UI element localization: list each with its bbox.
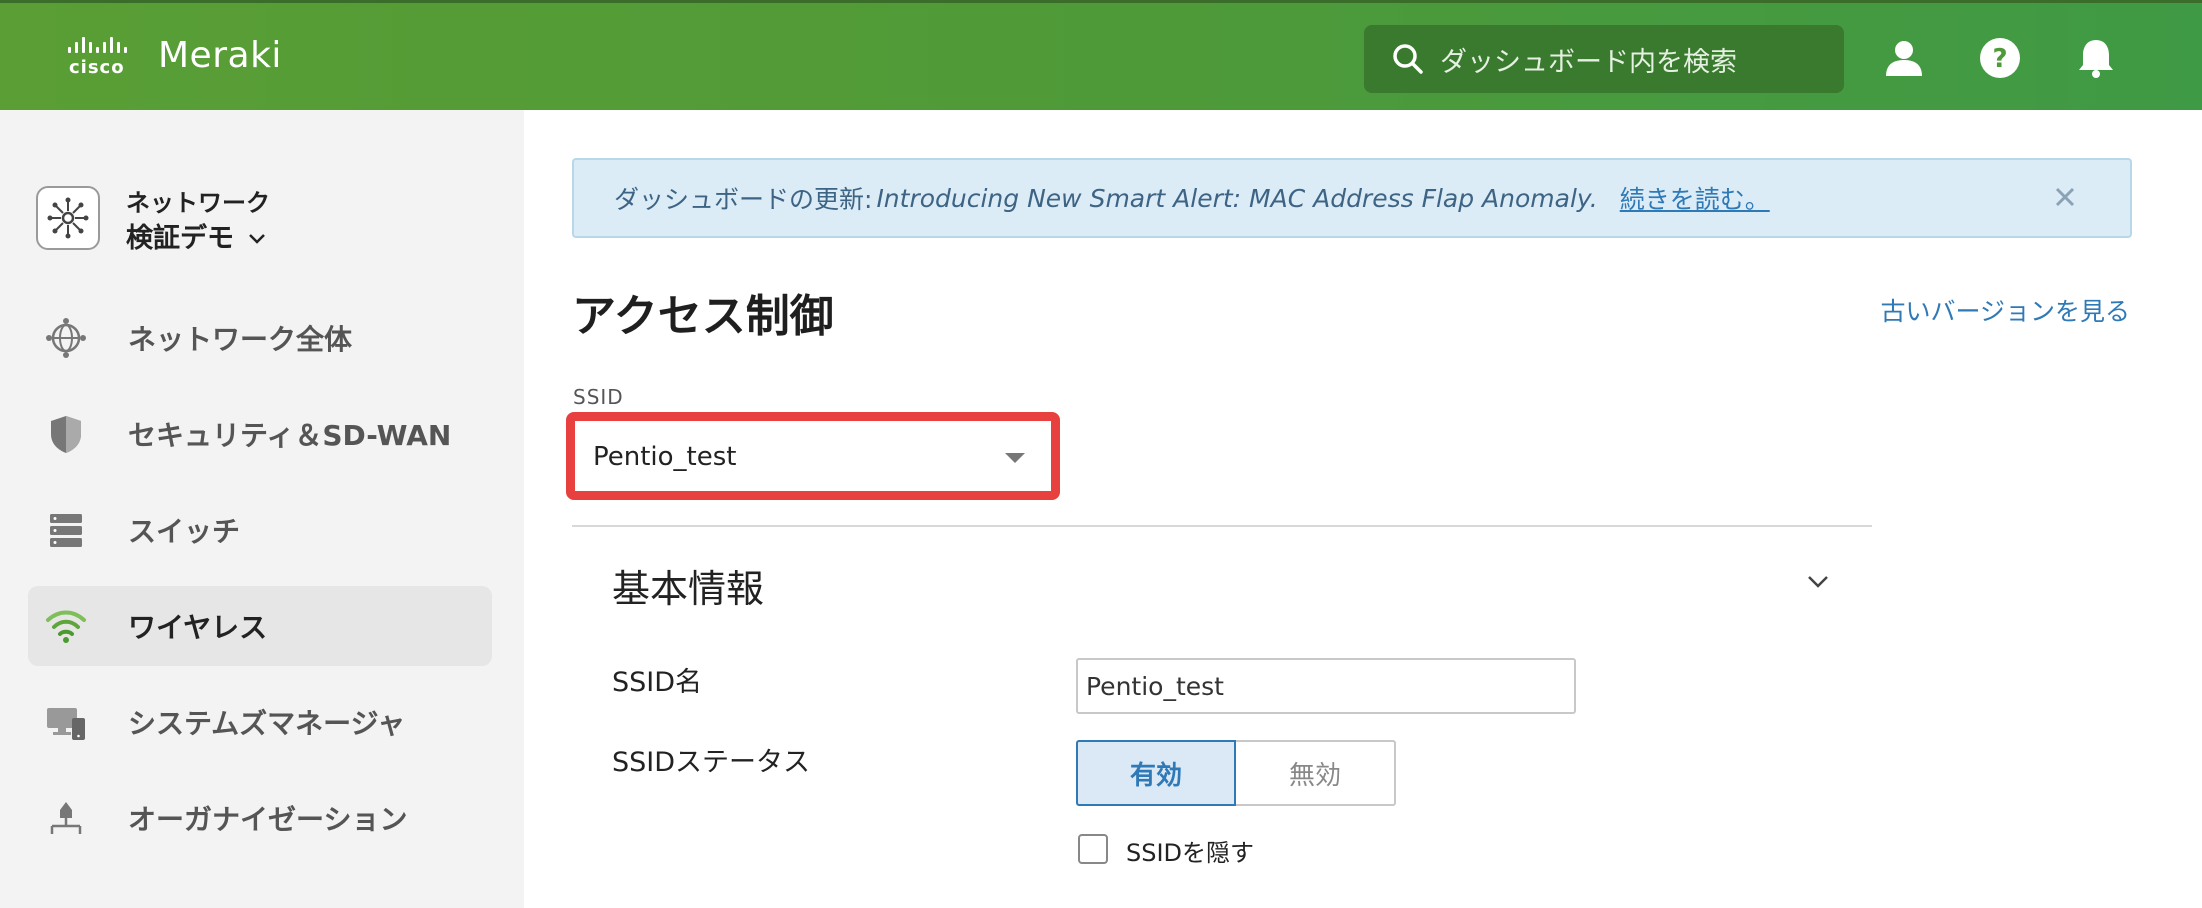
- network-name-text: 検証デモ: [126, 223, 234, 254]
- sidebar-item-label: スイッチ: [128, 515, 241, 548]
- network-hub-icon: [36, 186, 100, 250]
- old-version-link[interactable]: 古いバージョンを見る: [1880, 292, 2130, 328]
- sidebar: ネットワーク 検証デモ ネットワーク全体 セキュリティ＆SD-WAN スイッチ …: [0, 110, 524, 908]
- ssid-selector-highlight: Pentio_test: [566, 412, 1060, 500]
- ssid-dropdown-value: Pentio_test: [593, 442, 737, 472]
- cisco-logo-icon: cisco: [66, 33, 140, 78]
- help-icon[interactable]: ?: [1978, 36, 2022, 80]
- caret-down-icon: [1005, 453, 1025, 463]
- sidebar-item-label: オーガナイゼーション: [128, 803, 408, 836]
- basic-info-section-title[interactable]: 基本情報: [612, 558, 764, 613]
- close-icon[interactable]: [2050, 182, 2080, 212]
- section-divider: [572, 525, 1872, 527]
- user-icon[interactable]: [1882, 36, 1926, 80]
- shield-icon: [42, 410, 90, 458]
- network-label: ネットワーク: [126, 189, 270, 217]
- bell-icon[interactable]: [2074, 36, 2118, 80]
- sidebar-item-network-wide[interactable]: ネットワーク全体: [28, 298, 492, 378]
- network-name[interactable]: 検証デモ: [126, 220, 270, 258]
- devices-icon: [42, 698, 90, 746]
- search-placeholder: ダッシュボード内を検索: [1440, 46, 1737, 78]
- meraki-wordmark: Meraki: [158, 34, 282, 76]
- sidebar-item-security-sdwan[interactable]: セキュリティ＆SD-WAN: [28, 394, 492, 474]
- globe-icon: [42, 314, 90, 362]
- ssid-status-label: SSIDステータス: [612, 747, 811, 778]
- ssid-status-disabled-button[interactable]: 無効: [1236, 740, 1396, 806]
- ssid-name-input[interactable]: Pentio_test: [1076, 658, 1576, 714]
- network-selector[interactable]: ネットワーク 検証デモ: [36, 186, 270, 258]
- banner-read-more-link[interactable]: 続きを読む。: [1620, 180, 1770, 216]
- ssid-status-enabled-button[interactable]: 有効: [1076, 740, 1236, 806]
- sidebar-item-label: ネットワーク全体: [128, 323, 353, 356]
- ssid-name-label: SSID名: [612, 667, 703, 698]
- page-title: アクセス制御: [572, 291, 834, 342]
- hide-ssid-label: SSIDを隠す: [1126, 839, 1255, 867]
- wifi-icon: [42, 602, 90, 650]
- sidebar-item-organization[interactable]: オーガナイゼーション: [28, 778, 492, 858]
- sidebar-item-wireless[interactable]: ワイヤレス: [28, 586, 492, 666]
- svg-text:?: ?: [1992, 44, 2007, 74]
- sidebar-item-systems-manager[interactable]: システムズマネージャ: [28, 682, 492, 762]
- banner-prefix: ダッシュボードの更新:: [614, 185, 873, 214]
- ssid-selector-label: SSID: [573, 385, 624, 409]
- search-icon: [1393, 44, 1423, 74]
- dashboard-update-banner: ダッシュボードの更新: Introducing New Smart Alert:…: [572, 158, 2132, 238]
- sidebar-item-label: セキュリティ＆SD-WAN: [128, 419, 452, 452]
- hide-ssid-checkbox[interactable]: [1078, 834, 1108, 864]
- cisco-wordmark: cisco: [69, 57, 125, 78]
- chevron-down-icon: [249, 234, 265, 244]
- sidebar-item-switch[interactable]: スイッチ: [28, 490, 492, 570]
- sidebar-item-label: ワイヤレス: [128, 611, 268, 644]
- org-icon: [42, 794, 90, 842]
- sidebar-item-label: システムズマネージャ: [128, 707, 406, 740]
- ssid-dropdown[interactable]: Pentio_test: [583, 429, 1043, 485]
- cisco-meraki-logo[interactable]: cisco Meraki: [66, 33, 282, 78]
- banner-message: Introducing New Smart Alert: MAC Address…: [876, 183, 1598, 213]
- switch-icon: [42, 506, 90, 554]
- top-navigation-bar: cisco Meraki ダッシュボード内を検索 ?: [0, 0, 2202, 110]
- chevron-down-icon[interactable]: [1806, 574, 1830, 590]
- dashboard-search-box[interactable]: ダッシュボード内を検索: [1364, 25, 1844, 93]
